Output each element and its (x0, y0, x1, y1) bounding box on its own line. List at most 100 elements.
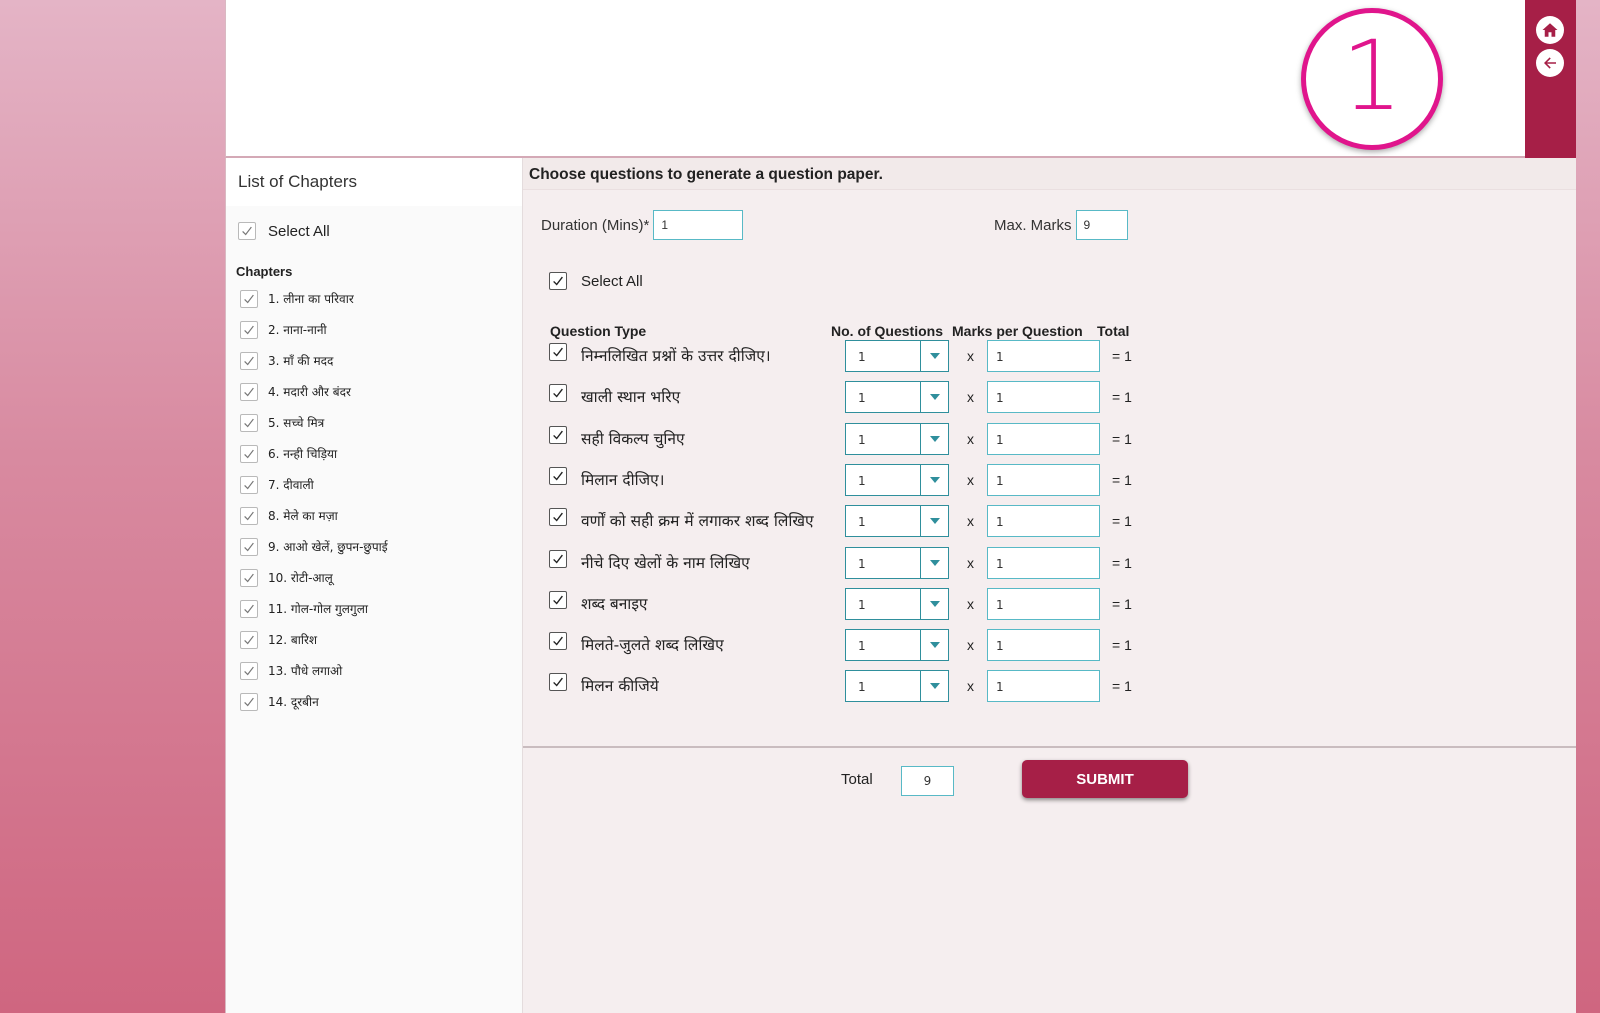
chapter-checkbox[interactable] (240, 692, 258, 711)
chapter-label: 8. मेले का मज़ा (268, 509, 338, 523)
question-type-checkbox[interactable] (549, 466, 567, 485)
question-type-checkbox[interactable] (549, 343, 567, 361)
chapter-checkbox[interactable] (240, 599, 258, 618)
marks-per-question-input[interactable]: 1 (987, 546, 1100, 579)
chapter-item[interactable]: 2. नाना-नानी (240, 314, 522, 345)
num-questions-dropdown[interactable]: 1 (845, 463, 949, 496)
chapters-sidebar: List of Chapters Select All Chapters 1. … (225, 158, 523, 1013)
chapter-item[interactable]: 5. सच्चे मित्र (240, 407, 522, 438)
question-select-all-checkbox[interactable] (549, 272, 567, 290)
max-marks-input[interactable]: 9 (1075, 210, 1128, 240)
submit-button[interactable]: SUBMIT (1022, 760, 1188, 798)
question-type-checkbox[interactable] (549, 673, 567, 692)
marks-per-question-input[interactable]: 1 (987, 340, 1100, 372)
question-type-checkbox[interactable] (549, 549, 567, 568)
chapter-label: 3. माँ की मदद (268, 354, 334, 368)
num-questions-dropdown[interactable]: 1 (845, 422, 949, 455)
num-questions-dropdown[interactable]: 1 (845, 381, 949, 414)
marks-per-question-input[interactable]: 1 (987, 505, 1100, 538)
check-icon (553, 430, 563, 440)
question-type-checkbox[interactable] (549, 590, 567, 609)
marks-per-question-input[interactable]: 1 (987, 463, 1100, 496)
dropdown-toggle[interactable] (920, 671, 948, 702)
question-type-checkbox[interactable] (549, 508, 567, 527)
dropdown-toggle[interactable] (920, 506, 948, 537)
chapter-item[interactable]: 3. माँ की मदद (240, 345, 522, 376)
num-questions-dropdown[interactable]: 1 (845, 546, 949, 579)
question-select-all[interactable]: Select All (549, 272, 643, 290)
back-button[interactable] (1536, 49, 1564, 77)
chapter-item[interactable]: 7. दीवाली (240, 469, 522, 500)
marks-per-question-input[interactable]: 1 (987, 629, 1100, 662)
question-type-checkbox[interactable] (549, 384, 567, 403)
num-questions-dropdown[interactable]: 1 (845, 587, 949, 620)
chapter-checkbox[interactable] (240, 661, 258, 680)
chapter-label: 5. सच्चे मित्र (268, 416, 325, 430)
dropdown-toggle[interactable] (920, 547, 948, 578)
dropdown-toggle[interactable] (920, 464, 948, 495)
num-questions-dropdown[interactable]: 1 (845, 340, 949, 372)
duration-label: Duration (Mins)* (541, 216, 650, 234)
chapter-checkbox[interactable] (240, 568, 258, 587)
row-total: = 1 (1112, 678, 1132, 695)
chapter-label: 2. नाना-नानी (268, 323, 327, 337)
chapter-item[interactable]: 9. आओ खेलें, छुपन-छुपाई (240, 531, 522, 562)
chapter-checkbox[interactable] (240, 413, 258, 432)
question-type-checkbox[interactable] (549, 425, 567, 444)
home-button[interactable] (1536, 16, 1564, 44)
caret-down-icon (929, 435, 940, 442)
check-icon (553, 554, 563, 564)
chapter-item[interactable]: 6. नन्ही चिड़िया (240, 438, 522, 469)
check-icon (244, 325, 254, 334)
chapter-label: 12. बारिश (268, 633, 318, 647)
dropdown-toggle[interactable] (920, 588, 948, 619)
row-total: = 1 (1112, 554, 1132, 571)
dropdown-toggle[interactable] (920, 341, 948, 371)
chapter-item[interactable]: 1. लीना का परिवार (240, 283, 522, 314)
sidebar-title: List of Chapters (226, 158, 522, 206)
chapter-item[interactable]: 14. दूरबीन (240, 686, 522, 717)
chapter-checkbox[interactable] (240, 351, 258, 370)
marks-per-question-input[interactable]: 1 (987, 422, 1100, 455)
multiply-sign: x (967, 513, 974, 530)
marks-per-question-input[interactable]: 1 (987, 670, 1100, 703)
dropdown-toggle[interactable] (920, 423, 948, 454)
back-arrow-icon (1544, 57, 1556, 69)
duration-input[interactable]: 1 (653, 210, 744, 240)
chapter-item[interactable]: 10. रोटी-आलू (240, 562, 522, 593)
question-row: सही विकल्प चुनिए 1 x 1 = 1 (549, 422, 1249, 455)
dropdown-toggle[interactable] (920, 382, 948, 413)
caret-down-icon (929, 476, 940, 483)
question-type-label: मिलते-जुलते शब्द लिखिए (581, 636, 724, 655)
chapter-label: 4. मदारी और बंदर (268, 385, 351, 399)
question-type-label: निम्नलिखित प्रश्नों के उत्तर दीजिए। (581, 347, 771, 365)
chapter-checkbox[interactable] (240, 289, 258, 308)
chapter-item[interactable]: 13. पौधे लगाओ (240, 655, 522, 686)
chapter-list: 1. लीना का परिवार 2. नाना-नानी 3. माँ की म… (226, 283, 522, 717)
question-type-label: वर्णों को सही क्रम में लगाकर शब्द लिखिए (581, 512, 814, 531)
chapter-checkbox[interactable] (240, 444, 258, 463)
sidebar-select-all[interactable]: Select All (226, 206, 522, 240)
num-questions-dropdown[interactable]: 1 (845, 629, 949, 662)
chapter-checkbox[interactable] (240, 475, 258, 494)
num-questions-dropdown[interactable]: 1 (845, 670, 949, 703)
chapter-checkbox[interactable] (240, 630, 258, 649)
marks-per-question-input[interactable]: 1 (987, 381, 1100, 414)
total-marks-field[interactable]: 9 (901, 766, 954, 796)
question-type-label: शब्द बनाइए (581, 594, 648, 613)
chapter-checkbox[interactable] (240, 506, 258, 525)
chapter-item[interactable]: 4. मदारी और बंदर (240, 376, 522, 407)
dropdown-toggle[interactable] (920, 630, 948, 661)
question-type-checkbox[interactable] (549, 632, 567, 651)
chapter-checkbox[interactable] (240, 537, 258, 556)
chapter-item[interactable]: 12. बारिश (240, 624, 522, 655)
chapter-item[interactable]: 8. मेले का मज़ा (240, 500, 522, 531)
chapter-checkbox[interactable] (240, 320, 258, 339)
num-questions-value: 1 (858, 639, 866, 654)
num-questions-dropdown[interactable]: 1 (845, 505, 949, 538)
footer-bar: Total 9 SUBMIT (523, 748, 1576, 1013)
sidebar-select-all-checkbox[interactable] (238, 222, 256, 240)
marks-per-question-input[interactable]: 1 (987, 587, 1100, 620)
chapter-checkbox[interactable] (240, 382, 258, 401)
chapter-item[interactable]: 11. गोल-गोल गुलगुला (240, 593, 522, 624)
